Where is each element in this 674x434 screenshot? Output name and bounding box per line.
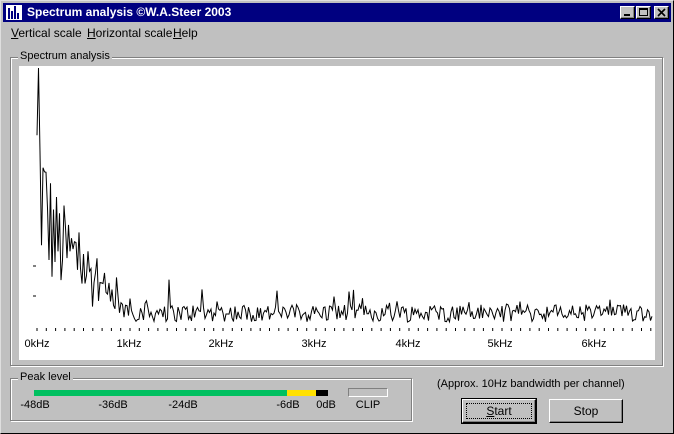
menu-label: ertical scale (18, 26, 82, 40)
x-tick-2khz: 2kHz (208, 338, 234, 350)
close-button[interactable] (654, 6, 669, 19)
meter-green-bar (34, 390, 287, 396)
peak-level-group (10, 378, 412, 421)
menu-bar: Vertical scale Horizontal scale Help (3, 23, 671, 42)
meter-label-48db: -48dB (20, 399, 50, 411)
menu-accel: H (173, 26, 182, 40)
minimize-button[interactable] (620, 6, 635, 19)
menu-label: elp (181, 26, 198, 40)
menu-label: orizontal scale (95, 26, 173, 40)
title-bar[interactable]: Spectrum analysis ©W.A.Steer 2003 (3, 3, 671, 22)
peak-level-meter (34, 390, 328, 396)
menu-help[interactable]: Help (173, 26, 198, 40)
main-window: Spectrum analysis ©W.A.Steer 2003 Vertic… (0, 0, 674, 434)
clip-label: CLIP (355, 399, 381, 411)
x-tick-4khz: 4kHz (395, 338, 421, 350)
focus-rect (466, 403, 532, 419)
spectrum-trace (36, 67, 653, 324)
app-icon (6, 5, 22, 20)
clip-indicator (348, 388, 388, 397)
x-tick-6khz: 6kHz (581, 338, 607, 350)
spectrum-plot (19, 66, 655, 360)
meter-label-24db: -24dB (168, 399, 198, 411)
x-tick-1khz: 1kHz (116, 338, 142, 350)
meter-label-0db: 0dB (316, 399, 336, 411)
bandwidth-note: (Approx. 10Hz bandwidth per channel) (437, 378, 625, 390)
x-tick-0khz: 0kHz (24, 338, 50, 350)
meter-label-36db: -36dB (98, 399, 128, 411)
menu-vertical-scale[interactable]: Vertical scale (11, 26, 82, 40)
stop-label: Stop (573, 404, 599, 418)
meter-label-6db: -6dB (276, 399, 300, 411)
x-axis-ticks (36, 328, 652, 331)
x-tick-3khz: 3kHz (301, 338, 327, 350)
y-axis-ticks (33, 265, 36, 297)
menu-accel: H (87, 26, 96, 40)
peak-level-label: Peak level (18, 371, 73, 383)
minimize-icon (624, 14, 630, 16)
stop-button[interactable]: Stop (549, 399, 623, 423)
maximize-icon (639, 8, 648, 16)
close-icon (657, 8, 666, 17)
maximize-button[interactable] (636, 6, 651, 19)
start-button[interactable]: Start (461, 398, 537, 424)
spectrum-graph (33, 67, 653, 331)
x-tick-5khz: 5kHz (487, 338, 513, 350)
menu-horizontal-scale[interactable]: Horizontal scale (87, 26, 172, 40)
spectrum-group-label: Spectrum analysis (18, 50, 112, 62)
window-title: Spectrum analysis ©W.A.Steer 2003 (27, 5, 232, 19)
meter-yellow-bar (287, 390, 316, 396)
